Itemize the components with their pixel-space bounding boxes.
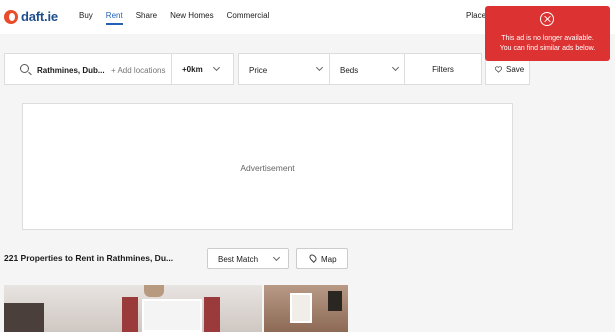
filters-label: Filters — [432, 65, 454, 74]
daft-logo-icon — [4, 9, 18, 24]
radius-value: +0km — [182, 65, 203, 74]
results-title: 221 Properties to Rent in Rathmines, Du.… — [4, 253, 174, 263]
nav-item-buy[interactable]: Buy — [79, 11, 93, 25]
price-filter[interactable]: Price — [238, 53, 330, 85]
nav-item-share[interactable]: Share — [136, 11, 157, 25]
nav-item-commercial[interactable]: Commercial — [227, 11, 270, 25]
listing-photo-main[interactable] — [4, 285, 262, 332]
sort-select[interactable]: Best Match — [207, 248, 289, 269]
search-input[interactable]: Rathmines, Dub... — [37, 66, 105, 75]
chevron-down-icon — [212, 63, 221, 72]
chevron-down-icon — [391, 63, 400, 72]
photo-shape — [144, 285, 164, 297]
toast-line-2: You can find similar ads below. — [499, 45, 596, 52]
ad-unavailable-toast: This ad is no longer available. You can … — [485, 6, 610, 61]
photo-shape — [4, 303, 44, 332]
daft-logo[interactable]: daft.ie — [4, 9, 58, 24]
map-label: Map — [321, 255, 337, 264]
add-locations-link[interactable]: + Add locations — [111, 66, 165, 75]
heart-icon — [495, 66, 502, 73]
photo-shape — [122, 297, 138, 332]
nav-item-new-homes[interactable]: New Homes — [170, 11, 214, 25]
price-label: Price — [249, 66, 268, 75]
filters-button[interactable]: Filters — [404, 53, 482, 85]
logo-text: daft.ie — [21, 9, 58, 24]
main-nav: Buy Rent Share New Homes Commercial — [79, 11, 282, 25]
photo-shape — [204, 297, 220, 332]
search-icon — [20, 64, 29, 73]
radius-select[interactable]: +0km — [171, 54, 235, 84]
toast-line-1: This ad is no longer available. — [501, 35, 594, 42]
toast-message: This ad is no longer available. You can … — [485, 34, 610, 54]
nav-item-rent[interactable]: Rent — [105, 11, 123, 25]
advertisement-slot: Advertisement — [22, 103, 513, 230]
location-search-box[interactable]: Rathmines, Dub... + Add locations +0km — [4, 53, 234, 85]
beds-filter[interactable]: Beds — [329, 53, 405, 85]
save-label: Save — [506, 65, 525, 74]
chevron-down-icon — [272, 253, 281, 262]
advertisement-label: Advertisement — [240, 163, 295, 173]
listing-photo-secondary[interactable] — [264, 285, 348, 332]
sort-label: Best Match — [218, 255, 259, 264]
map-button[interactable]: Map — [296, 248, 348, 269]
close-icon[interactable] — [540, 12, 554, 26]
beds-label: Beds — [340, 66, 359, 75]
photo-shape — [142, 299, 202, 332]
photo-shape — [290, 293, 312, 323]
photo-shape — [328, 291, 342, 311]
map-pin-icon — [308, 253, 318, 263]
chevron-down-icon — [315, 63, 324, 72]
